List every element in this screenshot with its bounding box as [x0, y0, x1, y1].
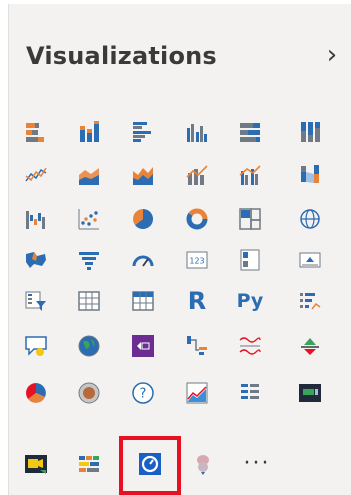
stacked-area-chart-icon[interactable]	[126, 158, 160, 192]
pane-title: Visualizations	[26, 42, 217, 70]
key-influencers-icon[interactable]	[293, 284, 327, 318]
kpi-icon[interactable]	[293, 243, 327, 277]
custom-visual-dark-icon[interactable]	[293, 376, 327, 410]
python-visual-label: Py	[236, 290, 264, 312]
question-icon-text: ?	[140, 387, 147, 402]
clustered-column-chart-icon[interactable]	[180, 115, 214, 149]
filled-map-icon[interactable]	[19, 243, 53, 277]
scatter-chart-icon[interactable]	[72, 202, 106, 236]
selected-visual-highlight	[119, 436, 181, 495]
clustered-bar-chart-icon[interactable]	[126, 115, 160, 149]
more-visuals-icon[interactable]: ···	[240, 447, 274, 481]
power-apps-icon[interactable]	[126, 329, 160, 363]
more-visuals-label: ···	[243, 451, 271, 476]
slicer-icon[interactable]	[19, 284, 53, 318]
column-matrix-icon[interactable]	[72, 447, 106, 481]
map-icon[interactable]	[293, 202, 327, 236]
decomposition-tree-icon[interactable]	[180, 329, 214, 363]
gauge-icon[interactable]	[126, 243, 160, 277]
question-icon[interactable]: ?	[126, 376, 160, 410]
kpi-line-icon[interactable]	[180, 376, 214, 410]
chevron-right-icon[interactable]: ›	[322, 40, 342, 70]
python-visual-icon[interactable]: Py	[233, 284, 267, 318]
card-icon-text: 123	[189, 257, 204, 266]
area-chart-icon[interactable]	[72, 158, 106, 192]
100-stacked-column-chart-icon[interactable]	[293, 115, 327, 149]
table-icon[interactable]	[72, 284, 106, 318]
100-stacked-bar-chart-icon[interactable]	[233, 115, 267, 149]
arcgis-map-icon[interactable]	[19, 376, 53, 410]
r-script-visual-icon[interactable]: R	[180, 284, 214, 318]
globe-map-icon[interactable]	[72, 329, 106, 363]
matrix-icon[interactable]	[126, 284, 160, 318]
shape-map-icon[interactable]	[72, 376, 106, 410]
funnel-icon[interactable]	[72, 243, 106, 277]
donut-chart-icon[interactable]	[180, 202, 214, 236]
multi-row-card-icon[interactable]	[233, 243, 267, 277]
brain-icon[interactable]	[186, 447, 220, 481]
line-and-clustered-column-chart-icon[interactable]	[233, 158, 267, 192]
line-and-stacked-column-chart-icon[interactable]	[180, 158, 214, 192]
card-icon[interactable]: 123	[180, 243, 214, 277]
video-visual-icon[interactable]	[19, 447, 53, 481]
line-chart-icon[interactable]	[19, 158, 53, 192]
waterfall-chart-icon[interactable]	[19, 202, 53, 236]
r-script-visual-label: R	[187, 287, 207, 315]
smart-narrative-icon[interactable]	[233, 329, 267, 363]
ribbon-chart-icon[interactable]	[293, 158, 327, 192]
pie-chart-icon[interactable]	[126, 202, 160, 236]
stacked-bar-chart-icon[interactable]	[19, 115, 53, 149]
qna-icon[interactable]	[19, 329, 53, 363]
sort-list-icon[interactable]	[233, 376, 267, 410]
paginated-report-icon[interactable]	[293, 329, 327, 363]
stacked-column-chart-icon[interactable]	[72, 115, 106, 149]
treemap-icon[interactable]	[233, 202, 267, 236]
